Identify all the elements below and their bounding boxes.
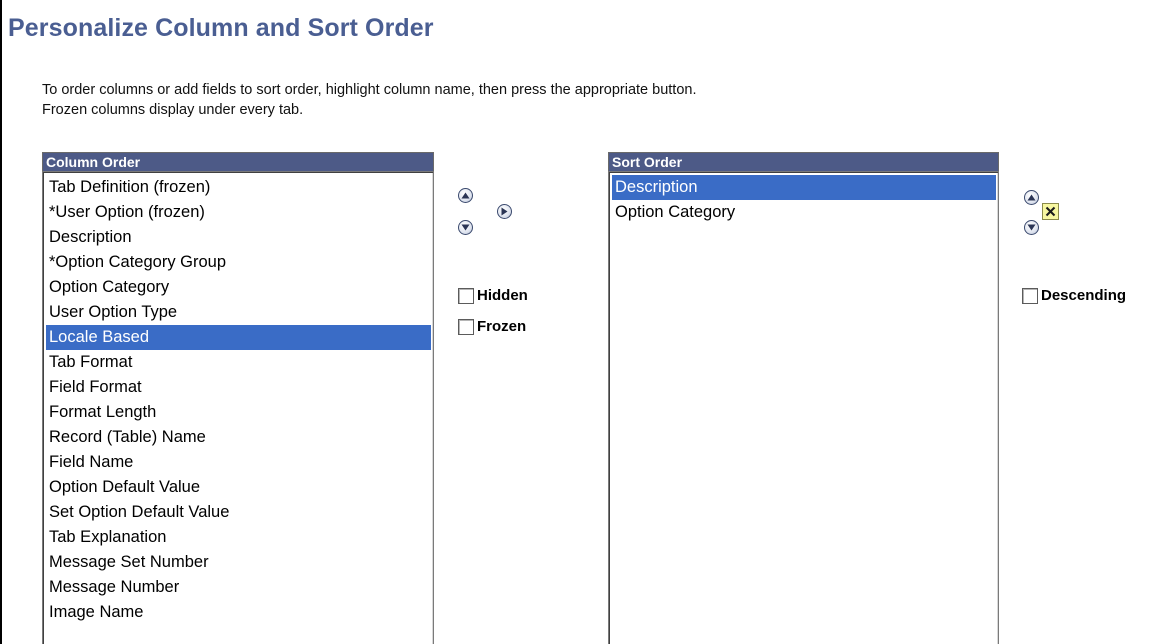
column-order-item[interactable]: Format Length [46, 400, 431, 425]
sort-order-item[interactable]: Description [612, 175, 996, 200]
sort-order-item[interactable]: Option Category [612, 200, 996, 225]
x-delete-icon [1045, 206, 1056, 217]
arrow-up-icon [461, 192, 470, 199]
column-order-item[interactable]: Record (Table) Name [46, 425, 431, 450]
descending-checkbox[interactable] [1022, 287, 1038, 304]
column-order-panel: Column Order Tab Definition (frozen) *Use… [42, 152, 434, 644]
frozen-checkbox[interactable] [458, 318, 474, 335]
descending-option: Descending [1022, 287, 1126, 304]
hidden-checkbox[interactable] [458, 287, 474, 304]
column-order-item[interactable]: Description [46, 225, 431, 250]
column-order-item[interactable]: Field Format [46, 375, 431, 400]
frozen-label: Frozen [477, 318, 527, 335]
column-order-listbox[interactable]: Tab Definition (frozen) *User Option (fro… [42, 171, 434, 644]
sort-order-list: Description Option Category [612, 175, 996, 225]
personalize-page: Personalize Column and Sort Order To ord… [0, 0, 1154, 644]
sort-move-down-button[interactable] [1024, 220, 1039, 235]
hidden-label: Hidden [477, 287, 528, 304]
instructions-line-1: To order columns or add fields to sort o… [42, 82, 697, 98]
column-order-item[interactable]: Message Number [46, 575, 431, 600]
column-order-item[interactable]: Option Default Value [46, 475, 431, 500]
instructions: To order columns or add fields to sort o… [42, 80, 696, 120]
page-title: Personalize Column and Sort Order [8, 14, 434, 42]
arrow-up-icon [1027, 194, 1036, 201]
sort-move-up-button[interactable] [1024, 190, 1039, 205]
sort-order-listbox[interactable]: Description Option Category [608, 171, 999, 644]
column-order-item[interactable]: Tab Explanation [46, 525, 431, 550]
column-order-item[interactable]: Message Set Number [46, 550, 431, 575]
column-move-up-button[interactable] [458, 188, 473, 203]
column-order-item[interactable]: Locale Based [46, 325, 431, 350]
column-order-item[interactable]: *User Option (frozen) [46, 200, 431, 225]
frozen-option: Frozen [458, 318, 526, 335]
sort-order-panel: Sort Order Description Option Category [608, 152, 999, 644]
descending-label: Descending [1041, 287, 1127, 304]
arrow-down-icon [1027, 224, 1036, 231]
hidden-option: Hidden [458, 287, 528, 304]
column-move-down-button[interactable] [458, 220, 473, 235]
column-order-item[interactable]: User Option Type [46, 300, 431, 325]
arrow-right-icon [501, 207, 508, 216]
column-order-item[interactable]: Option Category [46, 275, 431, 300]
column-order-item[interactable]: Field Name [46, 450, 431, 475]
instructions-line-2: Frozen columns display under every tab. [42, 102, 304, 118]
column-order-header: Column Order [42, 152, 434, 171]
column-order-list: Tab Definition (frozen) *User Option (fro… [46, 175, 431, 625]
column-order-item[interactable]: Image Name [46, 600, 431, 625]
arrow-down-icon [461, 224, 470, 231]
sort-order-header: Sort Order [608, 152, 999, 171]
add-to-sort-button[interactable] [497, 204, 512, 219]
column-order-item[interactable]: Tab Format [46, 350, 431, 375]
column-order-item[interactable]: Tab Definition (frozen) [46, 175, 431, 200]
column-order-item[interactable]: Set Option Default Value [46, 500, 431, 525]
remove-from-sort-button[interactable] [1042, 203, 1059, 220]
column-order-item[interactable]: *Option Category Group [46, 250, 431, 275]
left-border [0, 0, 2, 644]
